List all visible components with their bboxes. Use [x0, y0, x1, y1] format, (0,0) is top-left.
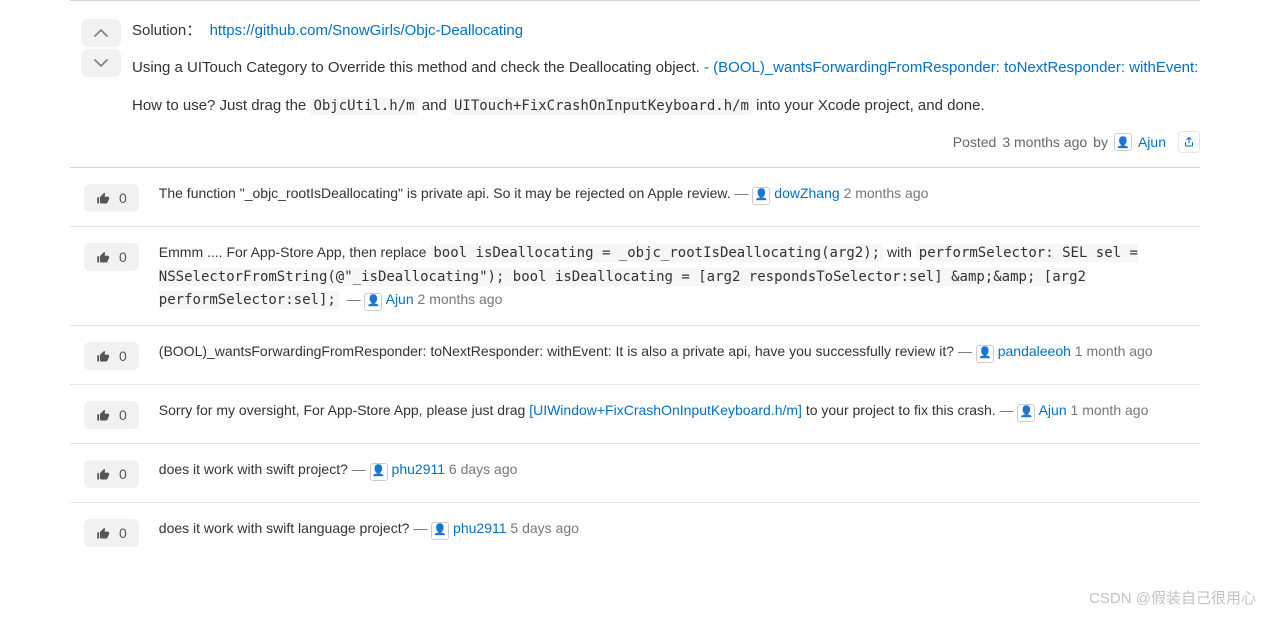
vote-count: 0 — [119, 249, 127, 265]
comment-row: 0 (BOOL)_wantsForwardingFromResponder: t… — [70, 326, 1200, 385]
code-inline: ObjcUtil.h/m — [310, 97, 417, 115]
thumb-button[interactable]: 0 — [84, 401, 139, 429]
thumb-button[interactable]: 0 — [84, 342, 139, 370]
vote-count: 0 — [119, 466, 127, 482]
thumb-up-icon — [96, 467, 111, 482]
vote-count: 0 — [119, 348, 127, 364]
comment-text: Emmm .... For App-Store App, then replac… — [159, 244, 431, 260]
thumb-up-icon — [96, 250, 111, 265]
comment-author[interactable]: phu2911 — [453, 520, 506, 536]
post-body: Solution： https://github.com/SnowGirls/O… — [132, 19, 1200, 153]
posted-time: 3 months ago — [1002, 134, 1087, 150]
share-button[interactable] — [1178, 131, 1200, 153]
comment-author[interactable]: Ajun — [1039, 402, 1067, 418]
posted-label: Posted — [953, 134, 997, 150]
avatar: 👤 — [976, 345, 994, 363]
post-meta: Posted 3 months ago by 👤 Ajun — [132, 131, 1200, 153]
solution-label: Solution： — [132, 22, 201, 39]
comment-time: 2 months ago — [418, 291, 503, 307]
comment-time: 5 days ago — [510, 520, 579, 536]
thumb-button[interactable]: 0 — [84, 184, 139, 212]
comment-author[interactable]: phu2911 — [392, 461, 445, 477]
thumb-button[interactable]: 0 — [84, 243, 139, 271]
avatar: 👤 — [431, 522, 449, 540]
downvote-button[interactable] — [81, 49, 121, 77]
thumb-up-icon — [96, 191, 111, 206]
comment-time: 6 days ago — [449, 461, 518, 477]
method-link[interactable]: - (BOOL)_wantsForwardingFromResponder: t… — [704, 59, 1198, 76]
post-text: How to use? Just drag the — [132, 97, 310, 114]
comment-text: (BOOL)_wantsForwardingFromResponder: toN… — [159, 343, 954, 359]
comment-text: The function "_objc_rootIsDeallocating" … — [159, 185, 731, 201]
avatar: 👤 — [1114, 133, 1132, 151]
author-link[interactable]: Ajun — [1138, 134, 1166, 150]
vote-count: 0 — [119, 407, 127, 423]
comment-row: 0 Emmm .... For App-Store App, then repl… — [70, 227, 1200, 326]
comment-author[interactable]: pandaleeoh — [998, 343, 1071, 359]
comment-time: 1 month ago — [1071, 402, 1149, 418]
comments-list: 0 The function "_objc_rootIsDeallocating… — [70, 167, 1200, 561]
vote-column — [70, 19, 132, 153]
chevron-down-icon — [92, 56, 110, 70]
post-text: into your Xcode project, and done. — [752, 97, 985, 114]
post: Solution： https://github.com/SnowGirls/O… — [70, 0, 1200, 167]
solution-link[interactable]: https://github.com/SnowGirls/Objc-Deallo… — [210, 22, 523, 39]
comment-text: with — [883, 244, 916, 260]
thumb-up-icon — [96, 349, 111, 364]
comment-row: 0 does it work with swift project? — 👤 p… — [70, 444, 1200, 503]
vote-count: 0 — [119, 190, 127, 206]
comment-author[interactable]: Ajun — [386, 291, 414, 307]
post-text: and — [418, 97, 451, 114]
comment-text: to your project to fix this crash. — [802, 402, 996, 418]
comment-row: 0 Sorry for my oversight, For App-Store … — [70, 385, 1200, 444]
watermark: CSDN @假装自己很用心 — [1089, 587, 1256, 608]
comment-text: does it work with swift project? — [159, 461, 348, 477]
share-icon — [1183, 136, 1195, 148]
avatar: 👤 — [752, 187, 770, 205]
avatar: 👤 — [370, 463, 388, 481]
avatar: 👤 — [364, 293, 382, 311]
avatar: 👤 — [1017, 404, 1035, 422]
comment-time: 1 month ago — [1075, 343, 1153, 359]
code-inline: UITouch+FixCrashOnInputKeyboard.h/m — [451, 97, 752, 115]
comment-text: Sorry for my oversight, For App-Store Ap… — [159, 402, 529, 418]
code-inline: bool isDeallocating = _objc_rootIsDeallo… — [430, 244, 883, 262]
comment-link[interactable]: [UIWindow+FixCrashOnInputKeyboard.h/m] — [529, 402, 802, 418]
thumb-up-icon — [96, 408, 111, 423]
comment-author[interactable]: dowZhang — [774, 185, 839, 201]
comment-time: 2 months ago — [844, 185, 929, 201]
upvote-button[interactable] — [81, 19, 121, 47]
vote-count: 0 — [119, 525, 127, 541]
chevron-up-icon — [92, 26, 110, 40]
comment-row: 0 does it work with swift language proje… — [70, 503, 1200, 561]
thumb-button[interactable]: 0 — [84, 460, 139, 488]
comment-row: 0 The function "_objc_rootIsDeallocating… — [70, 168, 1200, 227]
posted-by: by — [1093, 134, 1108, 150]
thumb-up-icon — [96, 526, 111, 541]
post-text: Using a UITouch Category to Override thi… — [132, 59, 704, 76]
thumb-button[interactable]: 0 — [84, 519, 139, 547]
comment-text: does it work with swift language project… — [159, 520, 410, 536]
